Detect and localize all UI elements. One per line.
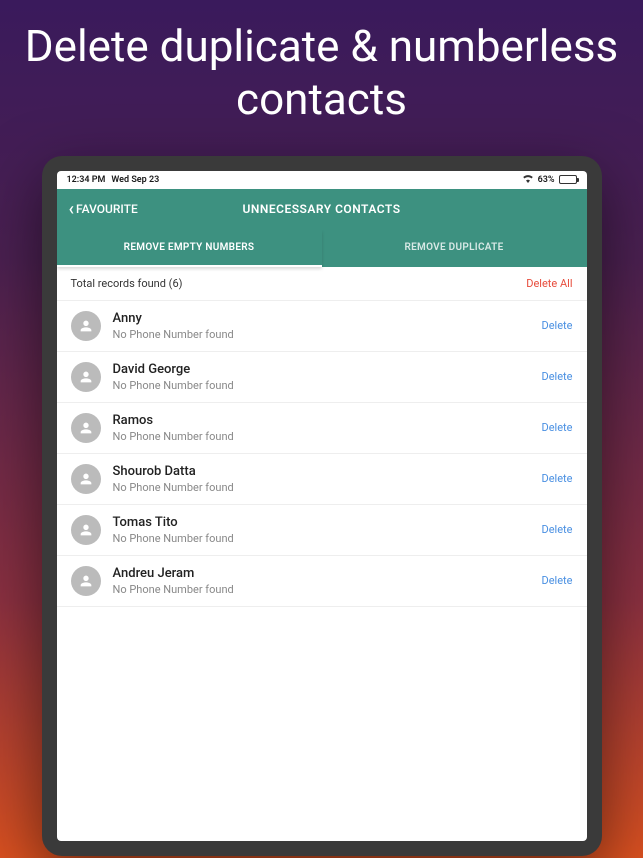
contact-subtitle: No Phone Number found — [113, 532, 542, 545]
contact-name: Andreu Jeram — [113, 566, 542, 581]
contact-name: Shourob Datta — [113, 464, 542, 479]
contact-info: Tomas Tito No Phone Number found — [113, 515, 542, 545]
tab-remove-empty[interactable]: REMOVE EMPTY NUMBERS — [57, 230, 322, 267]
contact-list: AnnyNo Phone Number foundDeleteDavid Geo… — [57, 301, 587, 841]
wifi-icon — [522, 174, 534, 186]
contact-subtitle: No Phone Number found — [113, 379, 542, 392]
tab-remove-duplicate[interactable]: REMOVE DUPLICATE — [322, 230, 587, 267]
device-screen: 12:34 PM Wed Sep 23 63% ‹ FAVOURITE UNNE… — [57, 171, 587, 841]
nav-header: ‹ FAVOURITE UNNECESSARY CONTACTS — [57, 189, 587, 230]
contact-info: Andreu Jeram No Phone Number found — [113, 566, 542, 596]
total-records: Total records found (6) — [71, 277, 183, 290]
contact-subtitle: No Phone Number found — [113, 328, 542, 341]
contact-row: Ramos No Phone Number foundDelete — [57, 403, 587, 454]
marketing-headline: Delete duplicate & numberless contacts — [0, 0, 643, 156]
status-time: 12:34 PM — [67, 175, 106, 185]
delete-all-button[interactable]: Delete All — [526, 277, 572, 290]
chevron-left-icon: ‹ — [69, 199, 75, 220]
device-frame: 12:34 PM Wed Sep 23 63% ‹ FAVOURITE UNNE… — [42, 156, 602, 856]
delete-button[interactable]: Delete — [542, 370, 573, 383]
delete-button[interactable]: Delete — [542, 574, 573, 587]
avatar-icon — [71, 311, 101, 341]
contact-row: David George No Phone Number foundDelete — [57, 352, 587, 403]
battery-percent: 63% — [538, 175, 555, 185]
page-title: UNNECESSARY CONTACTS — [242, 202, 400, 216]
contact-subtitle: No Phone Number found — [113, 583, 542, 596]
contact-row: Anny No Phone Number foundDelete — [57, 301, 587, 352]
status-date: Wed Sep 23 — [111, 175, 159, 185]
contact-name: David George — [113, 362, 542, 377]
contact-name: Tomas Tito — [113, 515, 542, 530]
avatar-icon — [71, 515, 101, 545]
delete-button[interactable]: Delete — [542, 472, 573, 485]
avatar-icon — [71, 566, 101, 596]
delete-button[interactable]: Delete — [542, 523, 573, 536]
tab-bar: REMOVE EMPTY NUMBERS REMOVE DUPLICATE — [57, 230, 587, 267]
contact-info: Ramos No Phone Number found — [113, 413, 542, 443]
delete-button[interactable]: Delete — [542, 319, 573, 332]
contact-row: Tomas Tito No Phone Number foundDelete — [57, 505, 587, 556]
back-button[interactable]: ‹ FAVOURITE — [69, 199, 138, 220]
contact-subtitle: No Phone Number found — [113, 481, 542, 494]
delete-button[interactable]: Delete — [542, 421, 573, 434]
avatar-icon — [71, 362, 101, 392]
contact-subtitle: No Phone Number found — [113, 430, 542, 443]
contact-info: Shourob Datta No Phone Number found — [113, 464, 542, 494]
back-label: FAVOURITE — [76, 202, 138, 216]
contact-info: Anny No Phone Number found — [113, 311, 542, 341]
avatar-icon — [71, 464, 101, 494]
contact-row: Shourob Datta No Phone Number foundDelete — [57, 454, 587, 505]
status-bar: 12:34 PM Wed Sep 23 63% — [57, 171, 587, 189]
contact-name: Ramos — [113, 413, 542, 428]
battery-icon — [559, 175, 577, 184]
summary-row: Total records found (6) Delete All — [57, 267, 587, 301]
contact-info: David George No Phone Number found — [113, 362, 542, 392]
avatar-icon — [71, 413, 101, 443]
contact-name: Anny — [113, 311, 542, 326]
contact-row: Andreu Jeram No Phone Number foundDelete — [57, 556, 587, 607]
